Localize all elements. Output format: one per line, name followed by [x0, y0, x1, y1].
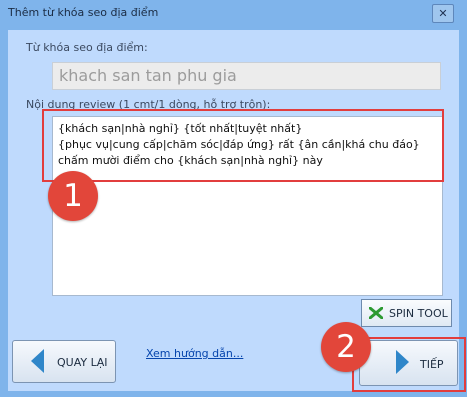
left-arrow-icon	[31, 349, 44, 373]
close-button[interactable]: ✕	[432, 4, 454, 23]
step-badge-1: 1	[48, 171, 98, 221]
spin-tool-label: SPIN TOOL	[389, 307, 448, 320]
dialog-window: Thêm từ khóa seo địa điểm ✕ Từ khóa seo …	[0, 0, 467, 397]
close-icon: ✕	[438, 7, 448, 20]
window-title: Thêm từ khóa seo địa điểm	[8, 6, 159, 19]
keyword-value: khach san tan phu gia	[59, 66, 237, 85]
help-link[interactable]: Xem hướng dẫn...	[146, 347, 243, 360]
back-button[interactable]: QUAY LẠI	[12, 340, 116, 383]
back-label: QUAY LẠI	[57, 356, 108, 369]
review-highlight-box	[42, 109, 444, 182]
keyword-input[interactable]: khach san tan phu gia	[52, 62, 441, 90]
dialog-body: Từ khóa seo địa điểm: khach san tan phu …	[8, 30, 466, 392]
spin-tool-button[interactable]: SPIN TOOL	[361, 299, 452, 327]
title-bar: Thêm từ khóa seo địa điểm ✕	[0, 0, 467, 28]
step-badge-2: 2	[321, 322, 371, 372]
keyword-label: Từ khóa seo địa điểm:	[26, 41, 148, 54]
spin-x-icon	[369, 307, 383, 319]
